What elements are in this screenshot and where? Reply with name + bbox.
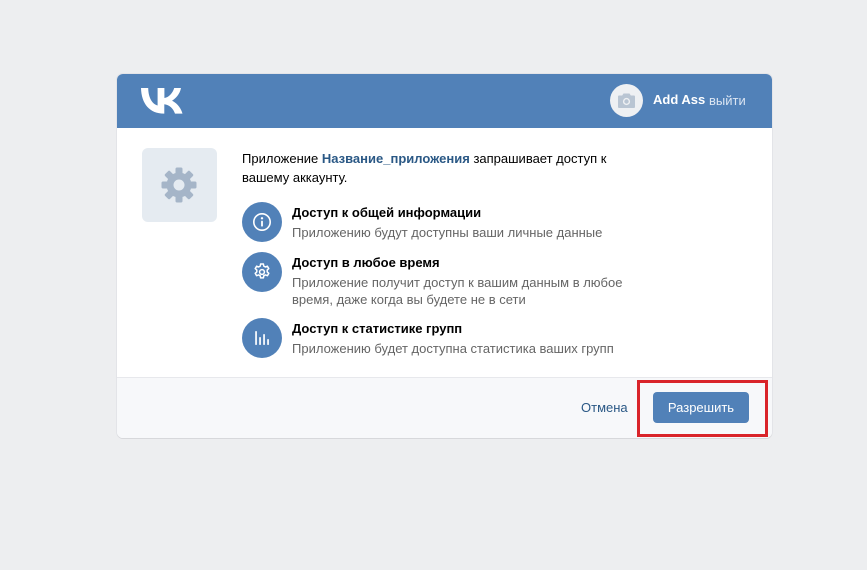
user-name[interactable]: Add Ass (653, 92, 705, 107)
app-icon (142, 148, 217, 222)
vk-logo[interactable] (141, 88, 183, 114)
permission-title: Доступ в любое время (292, 255, 440, 270)
info-icon (242, 202, 282, 242)
permission-description: Приложению будет доступна статистика ваш… (292, 341, 614, 356)
stats-icon (242, 318, 282, 358)
permission-title: Доступ к общей информации (292, 205, 482, 220)
cancel-button[interactable]: Отмена (581, 400, 628, 415)
request-prefix: Приложение (242, 151, 322, 166)
auth-dialog: Add Ass выйти Приложение Название_прилож… (117, 74, 772, 438)
avatar[interactable] (610, 84, 643, 117)
permission-description: Приложению будут доступны ваши личные да… (292, 225, 603, 240)
app-name-link[interactable]: Название_приложения (322, 151, 470, 166)
permission-title: Доступ к статистике групп (292, 321, 463, 336)
allow-button[interactable]: Разрешить (653, 392, 749, 423)
gear-icon (242, 252, 282, 292)
gear-icon (161, 167, 197, 203)
permission-description: Приложение получит доступ к вашим данным… (292, 275, 623, 307)
camera-icon (618, 93, 635, 108)
logout-link[interactable]: выйти (709, 93, 746, 108)
dialog-footer: Отмена Разрешить (117, 377, 772, 438)
request-text: Приложение Название_приложения запрашива… (242, 149, 632, 187)
dialog-header: Add Ass выйти (117, 74, 772, 128)
